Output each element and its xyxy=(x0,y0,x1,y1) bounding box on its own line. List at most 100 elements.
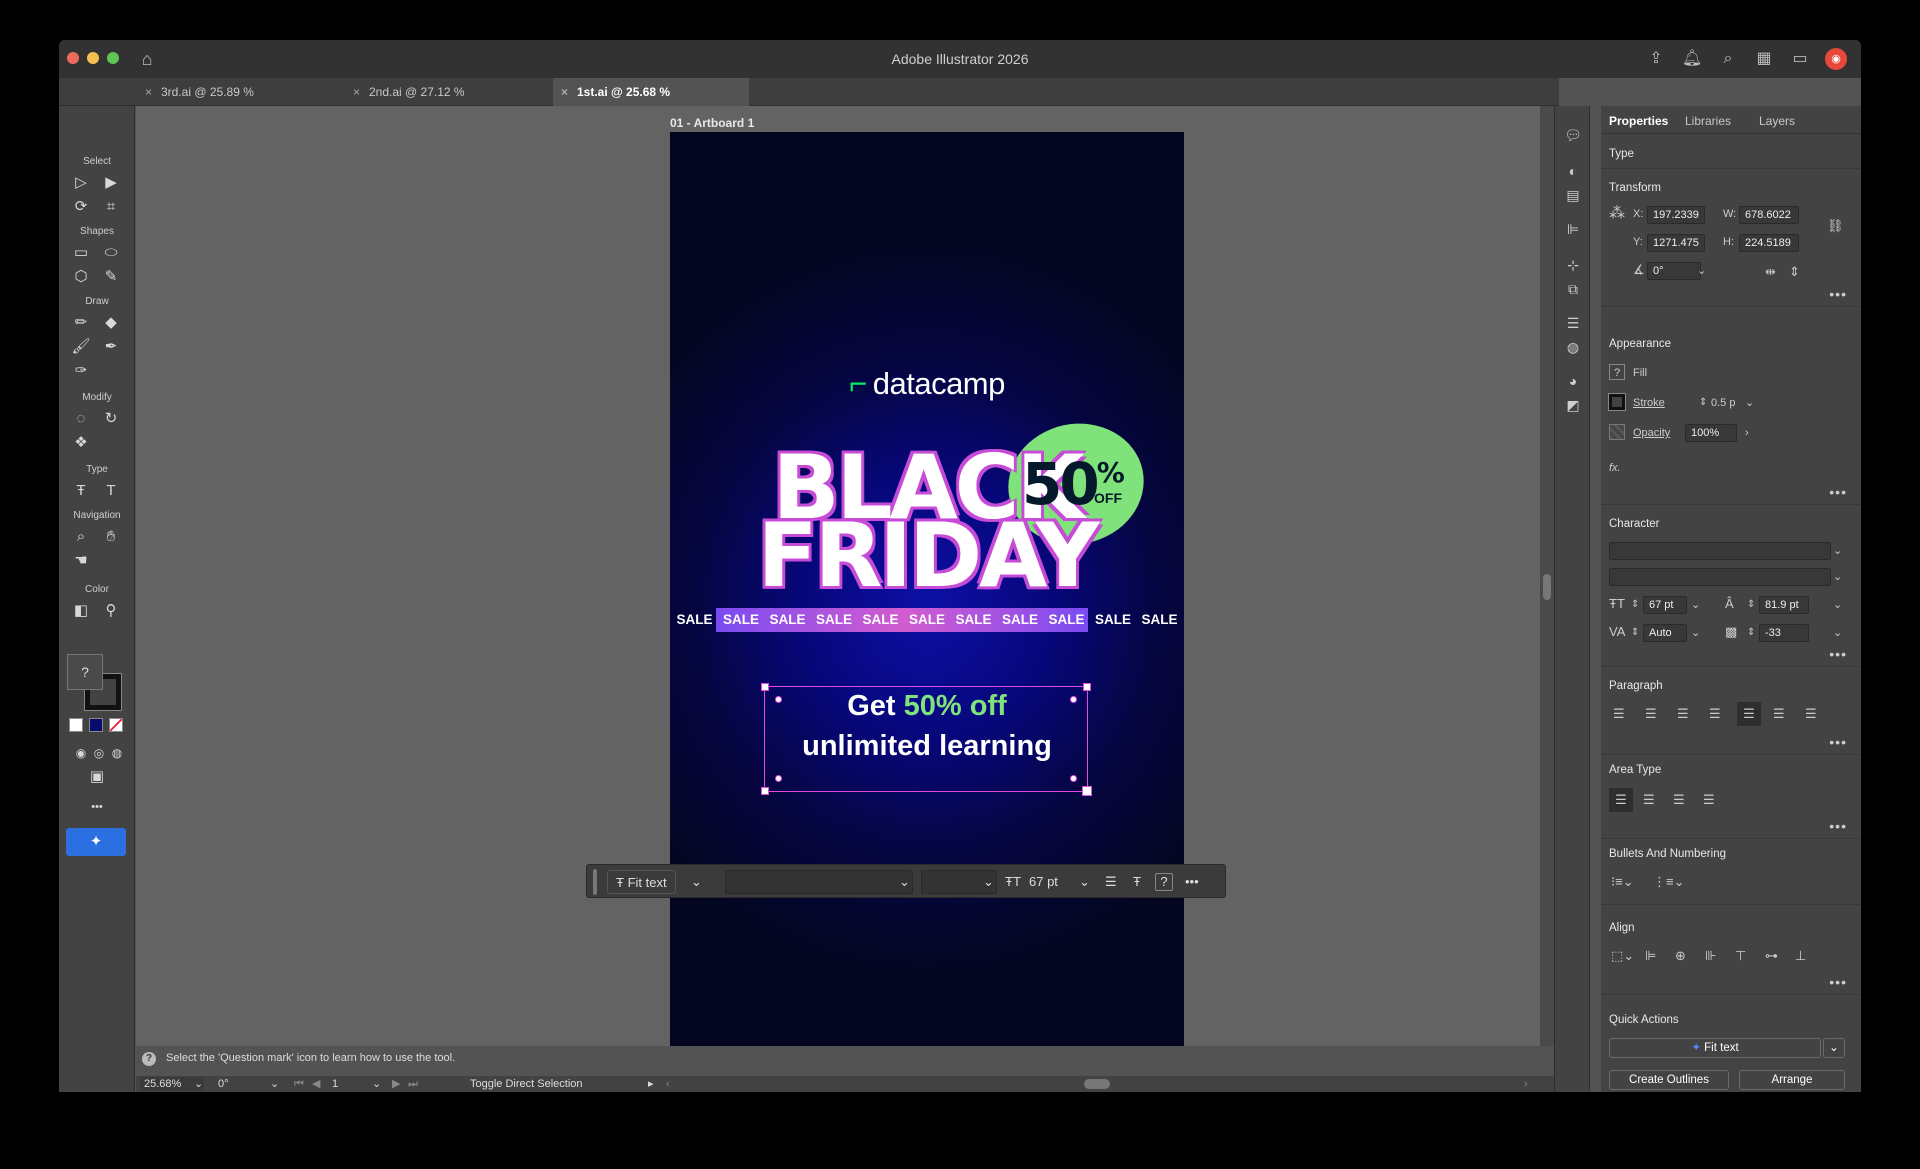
screen-mode-icon[interactable]: ▣ xyxy=(85,766,109,788)
zoom-level[interactable]: 25.68% xyxy=(144,1077,181,1091)
font-family-select[interactable] xyxy=(1609,542,1831,560)
chevron-down-icon[interactable]: ⌄ xyxy=(270,1077,279,1091)
more-options-icon[interactable]: ••• xyxy=(1829,484,1847,500)
reference-point-icon[interactable]: ⁂ xyxy=(1609,206,1625,222)
area-type-center-icon[interactable]: ☰ xyxy=(1643,792,1655,808)
chevron-down-icon[interactable]: ⌄ xyxy=(372,1077,381,1091)
close-tab-icon[interactable]: × xyxy=(561,78,568,106)
bullet-list-icon[interactable]: ⁝≡⌄ xyxy=(1611,874,1634,890)
stepper-icon[interactable]: ⇕ xyxy=(1747,625,1755,641)
rectangle-tool-icon[interactable]: ▭ xyxy=(69,242,93,264)
tab-properties[interactable]: Properties xyxy=(1609,114,1668,128)
status-menu-icon[interactable]: ▸ xyxy=(648,1077,654,1091)
shape-builder-tool-icon[interactable]: ◌ xyxy=(69,408,93,430)
align-to-icon[interactable]: ⬚⌄ xyxy=(1611,948,1634,964)
default-fill-swatch[interactable] xyxy=(69,718,83,732)
color-swatch[interactable] xyxy=(89,718,103,732)
artboard-nav-first-icon[interactable]: ⏮ xyxy=(294,1077,304,1091)
font-style-select[interactable] xyxy=(1609,568,1831,586)
user-avatar[interactable]: ◉ xyxy=(1825,48,1847,70)
image-trace-icon[interactable]: ◩ xyxy=(1564,396,1582,414)
widget-dot[interactable] xyxy=(775,696,782,703)
align-left-edges-icon[interactable]: ⊫ xyxy=(1645,948,1656,964)
rotate-field[interactable]: 0° xyxy=(1647,262,1701,280)
chevron-down-icon[interactable]: ⌄ xyxy=(1697,263,1706,279)
constrain-proportions-icon[interactable]: ⛓ xyxy=(1827,218,1844,234)
hand-tool-icon[interactable]: ✋︎ xyxy=(99,526,123,548)
tab-libraries[interactable]: Libraries xyxy=(1685,114,1731,128)
canvas-area[interactable]: 01 - Artboard 1 ⌐ datacamp BLACK FRIDAY 5… xyxy=(136,106,1540,1048)
align-bottom-edges-icon[interactable]: ⊥ xyxy=(1795,948,1806,964)
polygon-tool-icon[interactable]: ⬡ xyxy=(69,266,93,288)
workspace-icon[interactable]: ▦ xyxy=(1753,48,1775,70)
pen-tool-icon[interactable]: ✒ xyxy=(99,336,123,358)
chevron-down-icon[interactable]: ⌄ xyxy=(1691,625,1700,641)
opacity-label[interactable]: Opacity xyxy=(1633,427,1670,439)
brush-tool-icon[interactable]: 🖌︎ xyxy=(69,336,93,358)
align-right-edges-icon[interactable]: ⊪ xyxy=(1705,948,1716,964)
align-top-edges-icon[interactable]: ⊤ xyxy=(1735,948,1746,964)
area-type-bottom-icon[interactable]: ☰ xyxy=(1673,792,1685,808)
generative-ai-button[interactable]: ✦ xyxy=(66,828,126,856)
tab-1st-ai[interactable]: × 1st.ai @ 25.68 % (RGB/Preview) xyxy=(553,78,749,127)
notifications-icon[interactable]: 🔔︎ xyxy=(1681,48,1703,70)
type-tool-icon[interactable]: T xyxy=(99,480,123,502)
more-options-icon[interactable]: ••• xyxy=(1185,870,1199,894)
eyedropper-tool-icon[interactable]: ⚲ xyxy=(99,600,123,622)
area-type-justify-icon[interactable]: ☰ xyxy=(1703,792,1715,808)
more-tools-icon[interactable]: ••• xyxy=(85,796,109,818)
stepper-icon[interactable]: ⇕ xyxy=(1631,597,1639,613)
more-options-icon[interactable]: ••• xyxy=(1829,734,1847,750)
fill-swatch[interactable]: ? xyxy=(67,654,103,690)
more-options-icon[interactable]: ••• xyxy=(1829,818,1847,834)
chevron-down-icon[interactable]: ⌄ xyxy=(1833,597,1842,613)
tab-3rd-ai[interactable]: × 3rd.ai @ 25.89 % (RGB/Preview) xyxy=(137,78,307,127)
pathfinder-icon[interactable]: ⧉ xyxy=(1564,280,1582,298)
stepper-icon[interactable]: ⇕ xyxy=(1747,597,1755,613)
chevron-down-icon[interactable]: ⌄ xyxy=(1833,625,1842,641)
more-options-icon[interactable]: ••• xyxy=(1829,286,1847,302)
flip-vertical-icon[interactable]: ⇕ xyxy=(1789,264,1800,280)
swatches-icon[interactable]: ◕ xyxy=(1564,372,1582,390)
fit-text-dropdown[interactable]: ⌄ xyxy=(1823,1038,1845,1058)
shaper-tool-icon[interactable]: ✎ xyxy=(99,266,123,288)
tracking-field[interactable]: -33 xyxy=(1759,624,1809,642)
artboard-tool-icon[interactable]: ⌗ xyxy=(99,196,123,218)
rotation-field[interactable]: 0° xyxy=(218,1077,229,1091)
create-outlines-button[interactable]: Create Outlines xyxy=(1609,1070,1729,1090)
tab-2nd-ai[interactable]: × 2nd.ai @ 27.12 % (RGB/Preview) xyxy=(345,78,515,127)
stroke-panel-icon[interactable]: ☰ xyxy=(1564,314,1582,332)
panels-icon[interactable]: ▭ xyxy=(1789,48,1811,70)
chevron-down-icon[interactable]: ⌄ xyxy=(1833,569,1842,585)
font-size-field[interactable]: 67 pt xyxy=(1643,596,1687,614)
tab-layers[interactable]: Layers xyxy=(1759,114,1795,128)
comments-icon[interactable]: 💬︎ xyxy=(1564,126,1582,144)
x-field[interactable]: 197.2339 xyxy=(1647,206,1705,224)
y-field[interactable]: 1271.475 xyxy=(1647,234,1705,252)
close-tab-icon[interactable]: × xyxy=(145,78,152,106)
font-size-field[interactable]: 67 pt xyxy=(1029,870,1058,894)
touch-type-tool-icon[interactable]: Ŧ xyxy=(69,480,93,502)
curvature-tool-icon[interactable]: ✑ xyxy=(69,360,93,382)
print-tiling-tool-icon[interactable]: ☚ xyxy=(69,550,93,572)
close-tab-icon[interactable]: × xyxy=(353,78,360,106)
headline-friday[interactable]: FRIDAY xyxy=(670,512,1184,600)
chevron-right-icon[interactable]: › xyxy=(1745,425,1749,441)
stroke-weight-value[interactable]: 0.5 p xyxy=(1711,397,1735,409)
area-type-resize-handle[interactable] xyxy=(1082,786,1092,796)
stroke-swatch-icon[interactable] xyxy=(1608,393,1626,411)
selection-handle[interactable] xyxy=(761,683,769,691)
artboard-nav-prev-icon[interactable]: ◀ xyxy=(312,1077,320,1091)
align-horizontal-center-icon[interactable]: ⊕ xyxy=(1675,948,1686,964)
help-button[interactable]: ? xyxy=(1155,873,1173,891)
fit-text-dropdown-icon[interactable]: ⌄ xyxy=(691,870,702,894)
stroke-stepper-icon[interactable]: ⇕ xyxy=(1699,395,1707,411)
more-options-icon[interactable]: ••• xyxy=(1829,646,1847,662)
pencil-tool-icon[interactable]: ✏ xyxy=(69,312,93,334)
align-vertical-center-icon[interactable]: ⊶ xyxy=(1765,948,1778,964)
fill-swatch-icon[interactable]: ? xyxy=(1609,364,1625,380)
color-panel-icon[interactable]: ◐ xyxy=(1564,162,1582,180)
chevron-down-icon[interactable]: ⌄ xyxy=(983,870,994,894)
font-family-field[interactable] xyxy=(725,870,913,894)
zoom-tool-icon[interactable]: ⌕ xyxy=(69,526,93,548)
